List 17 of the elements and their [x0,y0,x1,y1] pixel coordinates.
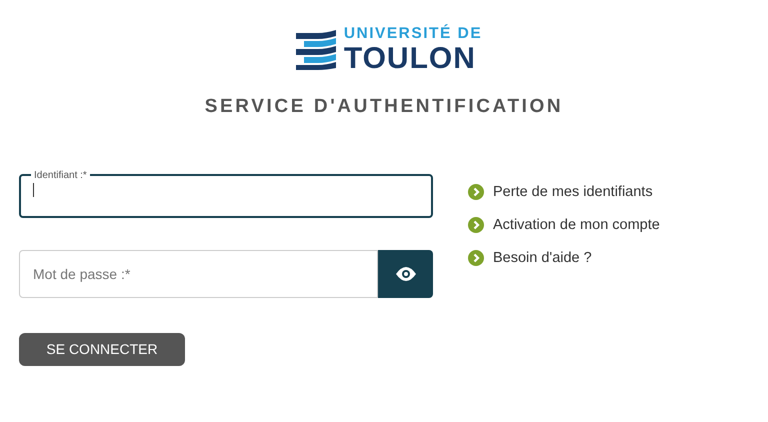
logo-text: UNIVERSITÉ DE [344,26,482,42]
logo-text: TOULON [344,44,477,74]
username-field[interactable]: Identifiant :* [19,170,433,218]
help-link[interactable]: Activation de mon compte [493,216,660,232]
help-link[interactable]: Besoin d'aide ? [493,250,592,266]
show-password-button[interactable] [378,250,433,298]
field-label: Identifiant :* [33,170,88,180]
text-cursor [33,182,34,196]
chevron-icon [468,184,484,200]
chevron-icon [468,250,484,266]
page-title: SERVICE D'AUTHENTIFICATION [204,96,564,118]
help-link[interactable]: Perte de mes identifiants [493,184,653,200]
password-field[interactable]: Mot de passe :* [19,250,378,298]
logo-icon [296,30,336,70]
chevron-icon [468,216,484,232]
login-button[interactable]: SE CONNECTER [19,332,185,366]
eye-icon [396,266,416,280]
